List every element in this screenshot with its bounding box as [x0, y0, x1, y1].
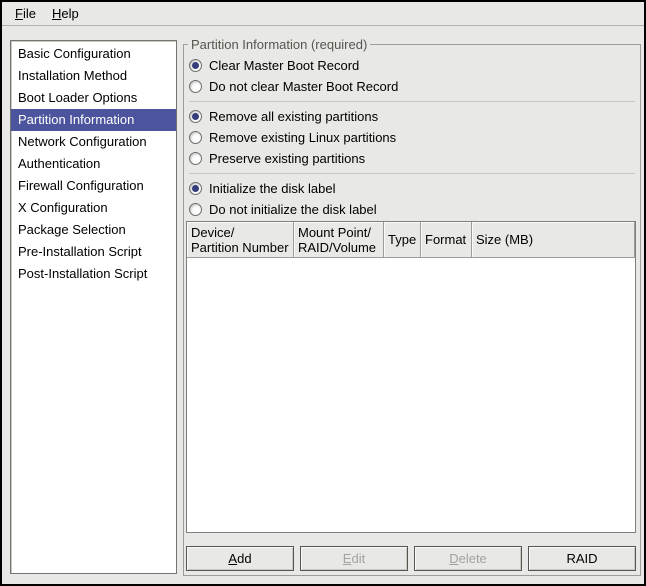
radio-icon[interactable]	[189, 182, 202, 195]
raid-button[interactable]: RAID	[528, 546, 636, 571]
sidebar-list: Basic ConfigurationInstallation MethodBo…	[10, 40, 177, 574]
column-header-mount-point[interactable]: Mount Point/RAID/Volume	[294, 222, 384, 258]
radio-label: Remove all existing partitions	[209, 109, 378, 124]
partitions-table-body	[187, 258, 635, 532]
radio-icon[interactable]	[189, 59, 202, 72]
radio-option-do-not-clear-master-boot-record[interactable]: Do not clear Master Boot Record	[189, 76, 635, 97]
separator	[189, 101, 635, 102]
column-header-format[interactable]: Format	[421, 222, 472, 258]
partition-information-panel: Partition Information (required) Clear M…	[183, 44, 641, 576]
radio-icon[interactable]	[189, 203, 202, 216]
sidebar-item-basic-configuration[interactable]: Basic Configuration	[11, 43, 176, 65]
sidebar-item-boot-loader-options[interactable]: Boot Loader Options	[11, 87, 176, 109]
radio-label: Do not clear Master Boot Record	[209, 79, 398, 94]
radio-label: Preserve existing partitions	[209, 151, 365, 166]
radio-label: Do not initialize the disk label	[209, 202, 377, 217]
sidebar-item-post-installation-script[interactable]: Post-Installation Script	[11, 263, 176, 285]
kickstart-configurator-window: FileHelp Basic ConfigurationInstallation…	[0, 0, 646, 586]
radio-label: Remove existing Linux partitions	[209, 130, 396, 145]
sidebar-item-authentication[interactable]: Authentication	[11, 153, 176, 175]
sidebar-item-firewall-configuration[interactable]: Firewall Configuration	[11, 175, 176, 197]
edit-button: Edit	[300, 546, 408, 571]
add-button[interactable]: Add	[186, 546, 294, 571]
partition-actions: AddEditDeleteRAID	[186, 546, 636, 571]
column-header-size-mb[interactable]: Size (MB)	[472, 222, 635, 258]
partitions-table-header: Device/Partition NumberMount Point/RAID/…	[187, 222, 635, 258]
sidebar-item-installation-method[interactable]: Installation Method	[11, 65, 176, 87]
radio-option-preserve-existing-partitions[interactable]: Preserve existing partitions	[189, 148, 635, 169]
separator	[189, 173, 635, 174]
partitions-table: Device/Partition NumberMount Point/RAID/…	[186, 221, 636, 533]
radio-icon[interactable]	[189, 110, 202, 123]
column-header-device[interactable]: Device/Partition Number	[187, 222, 294, 258]
sidebar-item-network-configuration[interactable]: Network Configuration	[11, 131, 176, 153]
radio-option-remove-all-existing-partitions[interactable]: Remove all existing partitions	[189, 106, 635, 127]
radio-label: Clear Master Boot Record	[209, 58, 359, 73]
panel-title: Partition Information (required)	[188, 36, 370, 53]
sidebar-item-pre-installation-script[interactable]: Pre-Installation Script	[11, 241, 176, 263]
radio-option-initialize-the-disk-label[interactable]: Initialize the disk label	[189, 178, 635, 199]
radio-icon[interactable]	[189, 131, 202, 144]
radio-icon[interactable]	[189, 152, 202, 165]
radio-icon[interactable]	[189, 80, 202, 93]
menubar: FileHelp	[2, 2, 644, 26]
radio-option-do-not-initialize-the-disk-label[interactable]: Do not initialize the disk label	[189, 199, 635, 220]
column-header-type[interactable]: Type	[384, 222, 421, 258]
radio-groups-area: Clear Master Boot Record Do not clear Mas…	[184, 45, 640, 220]
menu-item-help[interactable]: Help	[44, 2, 87, 25]
sidebar-item-x-configuration[interactable]: X Configuration	[11, 197, 176, 219]
delete-button: Delete	[414, 546, 522, 571]
radio-option-clear-master-boot-record[interactable]: Clear Master Boot Record	[189, 55, 635, 76]
sidebar-item-package-selection[interactable]: Package Selection	[11, 219, 176, 241]
radio-option-remove-existing-linux-partitions[interactable]: Remove existing Linux partitions	[189, 127, 635, 148]
sidebar-item-partition-information[interactable]: Partition Information	[11, 109, 176, 131]
menu-item-file[interactable]: File	[7, 2, 44, 25]
radio-label: Initialize the disk label	[209, 181, 335, 196]
